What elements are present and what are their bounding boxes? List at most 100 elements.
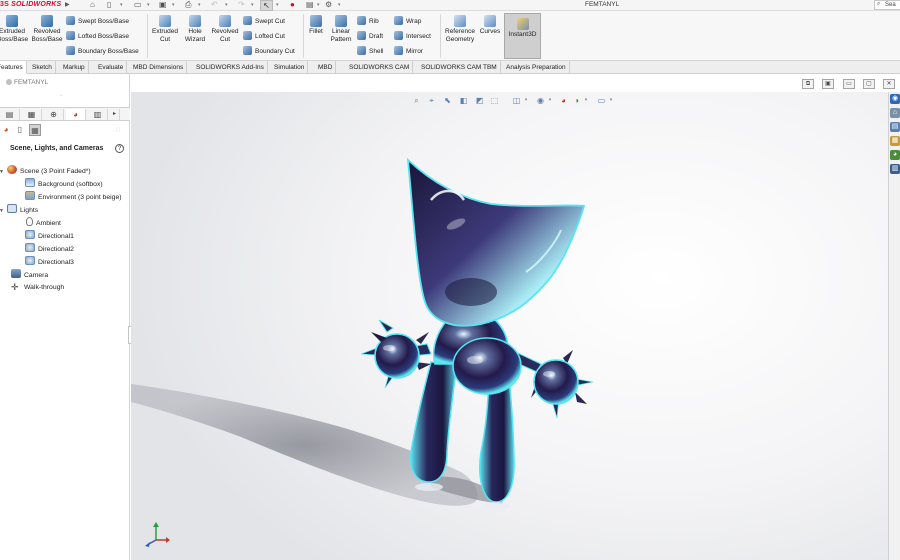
part-icon [6,79,12,85]
revolved-cut-button[interactable]: Revolved Cut [210,11,240,43]
shell-button[interactable]: Shell [357,45,383,58]
collapse-arrow-icon[interactable]: ▼ [0,205,7,217]
configurationmanager-tab-icon[interactable]: ⊕ [44,109,64,120]
menu-expand-icon[interactable]: ▶ [65,1,70,8]
instant3d-button[interactable]: Instant3D [504,13,541,59]
close-icon[interactable]: ✕ [883,79,895,89]
extruded-boss-button[interactable]: Extruded Boss/Base [0,11,28,43]
tree-item-background[interactable]: Background (softbox) [25,178,103,190]
tile-icon[interactable]: ▣ [822,79,834,89]
custom-properties-icon[interactable]: ▥ [890,164,900,174]
help-icon[interactable]: ? [115,144,124,153]
tab-evaluate[interactable]: Evaluate [95,61,128,74]
select-dropdown-icon[interactable]: ▾ [276,0,279,10]
tree-item-lights[interactable]: ▼ Lights [0,204,38,216]
tree-item-camera[interactable]: Camera [11,269,48,281]
rebuild-icon[interactable]: ● [290,0,295,10]
tab-solidworks-add-ins[interactable]: SOLIDWORKS Add-Ins [193,61,268,74]
redo-dropdown-icon[interactable]: ▾ [251,0,254,10]
tab-sketch[interactable]: Sketch [29,61,56,74]
undo-icon[interactable]: ↶ [211,0,218,10]
swept-cut-button[interactable]: Swept Cut [243,15,285,28]
tree-item-directional2[interactable]: Directional2 [25,243,74,255]
solidworks-resources-icon[interactable]: ◉ [890,94,900,104]
file-properties-dropdown-icon[interactable]: ▾ [317,0,320,10]
swept-boss-button[interactable]: Swept Boss/Base [66,15,129,28]
task-pane-tabs: ◉ ⌂ ▤ ▦ ◕ ▥ [888,92,900,560]
new-document-icon[interactable]: ▯ [107,0,111,10]
collapse-icon[interactable]: ◦ [60,93,66,99]
options-dropdown-icon[interactable]: ▾ [338,0,341,10]
file-properties-icon[interactable]: ▤ [306,0,314,10]
options-icon[interactable]: ⚙ [325,0,332,10]
collapse-arrow-icon[interactable]: ▼ [0,166,7,178]
tab-markup[interactable]: Markup [60,61,89,74]
tab-solidworks-cam[interactable]: SOLIDWORKS CAM [346,61,414,74]
featuremanager-tab-icon[interactable]: ▤ [0,109,20,120]
rib-button[interactable]: Rib [357,15,379,28]
save-icon[interactable]: ▣ [159,0,167,10]
tree-item-ambient[interactable]: Ambient [26,217,61,229]
redo-icon[interactable]: ↷ [238,0,245,10]
boundary-cut-button[interactable]: Boundary Cut [243,45,295,58]
print-dropdown-icon[interactable]: ▾ [198,0,201,10]
tab-simulation[interactable]: Simulation [271,61,309,74]
select-icon[interactable]: ↖ [260,0,273,11]
displaymanager-tab-icon[interactable]: ◕ [66,109,86,120]
linear-pattern-button[interactable]: Linear Pattern [327,11,355,43]
tab-analysis-preparation[interactable]: Analysis Preparation [503,61,570,74]
revolved-boss-button[interactable]: Revolved Boss/Base [31,11,63,43]
document-tab[interactable]: FEMTANYL [0,77,48,88]
undo-dropdown-icon[interactable]: ▾ [225,0,228,10]
open-dropdown-icon[interactable]: ▾ [147,0,150,10]
appearances-icon[interactable]: ◕ [0,124,12,136]
swept-boss-icon [66,16,75,25]
boundary-cut-icon [243,46,252,55]
design-library-icon[interactable]: ⌂ [890,108,900,118]
graphics-area[interactable]: ⌕ ⌖ ⬉ ◧ ◩ ⬚ ◫ ▾ ◉ ▾ ◕ ◑ ▾ ▭ ▾ [131,92,888,560]
tree-item-scene[interactable]: ▼ Scene (3 Point Faded*) [0,165,91,177]
reference-triad[interactable] [141,520,171,548]
hole-wizard-button[interactable]: Hole Wizard [181,11,209,43]
file-explorer-icon[interactable]: ▤ [890,122,900,132]
appearances-scenes-decals-icon[interactable]: ◕ [890,150,900,160]
tab-solidworks-cam-tbm[interactable]: SOLIDWORKS CAM TBM [418,61,501,74]
fillet-button[interactable]: Fillet [305,11,327,36]
mirror-button[interactable]: Mirror [394,45,423,58]
lofted-cut-button[interactable]: Lofted Cut [243,30,285,43]
scene-lights-cameras-icon[interactable]: ▦ [29,124,41,136]
curves-button[interactable]: Curves [478,11,502,36]
display-manager-subtabs: ◕ ▯ ▦ ◌ [0,122,130,138]
open-icon[interactable]: ▭ [134,0,142,10]
filter-icon[interactable]: ◌ [112,124,124,136]
tab-features[interactable]: Features [0,61,27,74]
more-tabs-arrow-icon[interactable]: ▸ [110,109,120,120]
home-icon[interactable]: ⌂ [90,0,95,10]
propertymanager-tab-icon[interactable]: ▦ [22,109,42,120]
draft-button[interactable]: Draft [357,30,383,43]
save-dropdown-icon[interactable]: ▾ [172,0,175,10]
solidworks-logo[interactable]: 3S SOLIDWORKS [0,1,61,8]
tree-item-walkthrough[interactable]: ✛ Walk-through [11,282,64,294]
new-dropdown-icon[interactable]: ▾ [120,0,123,10]
tree-item-directional1[interactable]: Directional1 [25,230,74,242]
cam-tab-icon[interactable]: ▥ [88,109,108,120]
ribbon-separator [303,14,304,58]
reference-geometry-button[interactable]: Reference Geometry [442,11,478,43]
decals-icon[interactable]: ▯ [14,124,26,136]
view-palette-icon[interactable]: ▦ [890,136,900,146]
extruded-cut-button[interactable]: Extruded Cut [150,11,180,43]
wrap-button[interactable]: Wrap [394,15,421,28]
maximize-icon[interactable]: ▢ [863,79,875,89]
minimize-icon[interactable]: ▭ [843,79,855,89]
tree-item-directional3[interactable]: Directional3 [25,256,74,268]
tab-mbd[interactable]: MBD [315,61,337,74]
print-icon[interactable]: ⎙ [185,0,191,10]
boundary-boss-button[interactable]: Boundary Boss/Base [66,45,139,58]
directional-light-icon [25,230,35,239]
restore-icon[interactable]: ⧉ [802,79,814,89]
tree-item-environment[interactable]: Environment (3 point beige) [25,191,122,203]
tab-mbd-dimensions[interactable]: MBD Dimensions [130,61,188,74]
lofted-boss-button[interactable]: Lofted Boss/Base [66,30,129,43]
intersect-button[interactable]: Intersect [394,30,431,43]
